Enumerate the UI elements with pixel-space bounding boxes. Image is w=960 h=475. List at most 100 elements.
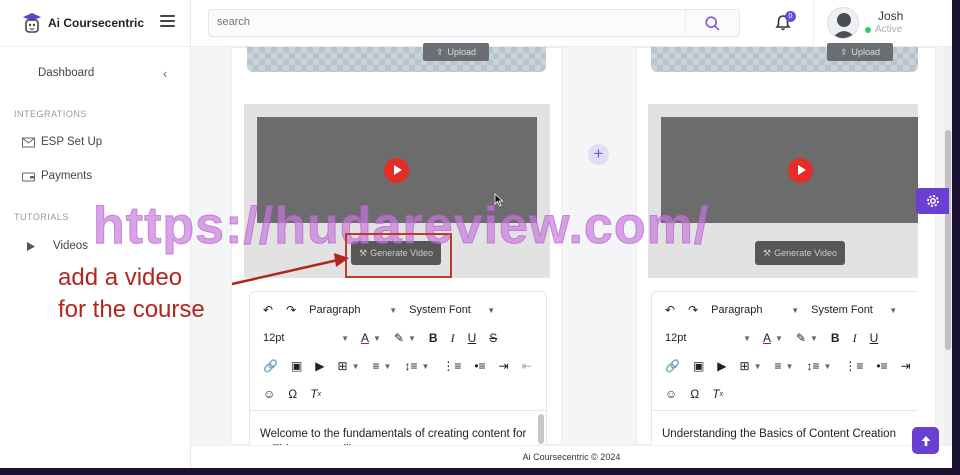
bullet-list-icon[interactable]: •≡: [876, 359, 887, 373]
bold-icon[interactable]: B: [429, 331, 438, 345]
undo-icon[interactable]: ↶: [665, 303, 675, 317]
header-divider: [813, 0, 814, 47]
menu-toggle-icon[interactable]: [160, 15, 175, 28]
upload-label: Upload: [851, 47, 881, 57]
editor-content-2[interactable]: Understanding the Basics of Content Crea…: [652, 410, 918, 442]
upload-icon: ⇪: [839, 46, 848, 57]
upload-button-1[interactable]: ⇪ Upload: [423, 43, 489, 61]
online-status-dot: [865, 27, 871, 33]
chevron-left-icon[interactable]: ‹: [163, 66, 167, 81]
annotation-text-line1: add a video: [58, 264, 183, 291]
brand-name: Ai Coursecentric: [48, 16, 145, 30]
emoji-icon[interactable]: ☺: [263, 387, 275, 401]
italic-icon[interactable]: I: [853, 331, 857, 346]
media-icon[interactable]: ▶: [315, 359, 324, 373]
settings-panel-button[interactable]: [916, 188, 949, 214]
highlight-color-icon[interactable]: ✎ ▼: [796, 331, 818, 345]
numbered-list-icon[interactable]: ⋮≡: [844, 359, 863, 373]
search-bar: [208, 9, 740, 37]
section-label-tutorials: TUTORIALS: [14, 212, 69, 222]
play-icon[interactable]: [384, 158, 409, 183]
annotation-highlight-box: [345, 233, 452, 278]
font-size-select[interactable]: 12pt ▼: [665, 332, 751, 344]
editor-toolbar-row-2: 12pt ▼ A ▼ ✎ ▼ B I U S: [250, 325, 497, 351]
special-character-icon[interactable]: Ω: [690, 387, 699, 401]
indent-icon[interactable]: ⇥: [499, 359, 509, 373]
undo-icon[interactable]: ↶: [263, 303, 273, 317]
annotation-arrow-icon: [231, 253, 349, 286]
editor-toolbar-row-1: ↶ ↷ Paragraph ▼ System Font ▼: [250, 297, 495, 323]
clear-format-icon[interactable]: Tx: [712, 387, 723, 401]
table-icon[interactable]: ⊞ ▼: [740, 359, 762, 373]
redo-icon[interactable]: ↷: [286, 303, 296, 317]
add-section-button[interactable]: +: [588, 144, 609, 165]
underline-icon[interactable]: U: [870, 331, 879, 345]
sidebar-item-label: ESP Set Up: [41, 136, 103, 148]
table-icon[interactable]: ⊞ ▼: [338, 359, 360, 373]
editor-toolbar-row-4: ☺ Ω Tx: [652, 381, 723, 407]
sidebar-item-label: Payments: [41, 170, 93, 182]
line-height-icon[interactable]: ↕≡ ▼: [404, 359, 429, 373]
upload-button-2[interactable]: ⇪ Upload: [827, 43, 893, 61]
page-scrollbar-thumb[interactable]: [945, 130, 951, 350]
indent-icon[interactable]: ⇥: [901, 359, 911, 373]
thumbnail-strip-1: [247, 47, 546, 72]
editor-toolbar-row-3: 🔗 ▣ ▶ ⊞ ▼ ≡ ▼ ↕≡ ▼ ⋮≡ •≡ ⇥ ⇤: [250, 353, 532, 379]
link-icon[interactable]: 🔗: [665, 359, 680, 373]
search-button[interactable]: [685, 10, 739, 36]
footer: Ai Coursecentric © 2024: [191, 445, 952, 468]
image-icon[interactable]: ▣: [693, 359, 704, 373]
link-icon[interactable]: 🔗: [263, 359, 278, 373]
app-frame: Ai Coursecentric Dashboard ‹ INTEGRATION…: [0, 0, 952, 468]
numbered-list-icon[interactable]: ⋮≡: [442, 359, 461, 373]
editor-toolbar-row-3: 🔗 ▣ ▶ ⊞ ▼ ≡ ▼ ↕≡ ▼ ⋮≡ •≡ ⇥: [652, 353, 911, 379]
sidebar-item-esp-setup[interactable]: ESP Set Up: [22, 136, 102, 148]
redo-icon[interactable]: ↷: [688, 303, 698, 317]
font-family-select[interactable]: System Font ▼: [811, 304, 897, 316]
sidebar-item-dashboard[interactable]: Dashboard: [38, 67, 94, 79]
text-color-icon[interactable]: A ▼: [763, 331, 783, 345]
editor-scrollbar[interactable]: [538, 414, 544, 444]
user-status: Active: [875, 24, 903, 35]
align-icon[interactable]: ≡ ▼: [775, 359, 794, 373]
sidebar-item-videos[interactable]: Videos: [26, 240, 88, 252]
highlight-color-icon[interactable]: ✎ ▼: [394, 331, 416, 345]
upload-label: Upload: [447, 47, 477, 57]
scroll-to-top-button[interactable]: [912, 427, 939, 454]
section-label-integrations: INTEGRATIONS: [14, 109, 87, 119]
clear-format-icon[interactable]: Tx: [310, 387, 321, 401]
search-icon: [705, 15, 720, 31]
envelope-icon: [22, 137, 35, 148]
bullet-list-icon[interactable]: •≡: [474, 359, 485, 373]
special-character-icon[interactable]: Ω: [288, 387, 297, 401]
sidebar-item-label: Videos: [53, 240, 88, 252]
underline-icon[interactable]: U: [468, 331, 477, 345]
emoji-icon[interactable]: ☺: [665, 387, 677, 401]
editor-toolbar-row-2: 12pt ▼ A ▼ ✎ ▼ B I U: [652, 325, 878, 351]
font-family-select[interactable]: System Font ▼: [409, 304, 495, 316]
block-format-select[interactable]: Paragraph ▼: [309, 304, 397, 316]
image-icon[interactable]: ▣: [291, 359, 302, 373]
font-size-select[interactable]: 12pt ▼: [263, 332, 349, 344]
search-input[interactable]: [217, 16, 667, 28]
align-icon[interactable]: ≡ ▼: [373, 359, 392, 373]
rich-text-editor-1: ↶ ↷ Paragraph ▼ System Font ▼ 12pt ▼ A ▼ ✎ ▼ …: [249, 291, 547, 451]
bold-icon[interactable]: B: [831, 331, 840, 345]
notification-badge: 0: [785, 11, 796, 22]
user-name: Josh: [878, 9, 904, 23]
wallet-icon: [22, 171, 35, 182]
editor-toolbar-row-4: ☺ Ω Tx: [250, 381, 321, 407]
media-icon[interactable]: ▶: [717, 359, 726, 373]
italic-icon[interactable]: I: [451, 331, 455, 346]
magic-wand-icon: ⚒: [763, 247, 772, 258]
generate-video-button-2[interactable]: ⚒ Generate Video: [755, 241, 845, 265]
gear-icon: [926, 195, 939, 207]
text-color-icon[interactable]: A ▼: [361, 331, 381, 345]
outdent-icon[interactable]: ⇤: [522, 359, 532, 373]
block-format-select[interactable]: Paragraph ▼: [711, 304, 799, 316]
sidebar-item-payments[interactable]: Payments: [22, 170, 92, 182]
play-icon[interactable]: [788, 158, 813, 183]
strikethrough-icon[interactable]: S: [489, 331, 497, 345]
line-height-icon[interactable]: ↕≡ ▼: [806, 359, 831, 373]
avatar[interactable]: [827, 7, 859, 39]
